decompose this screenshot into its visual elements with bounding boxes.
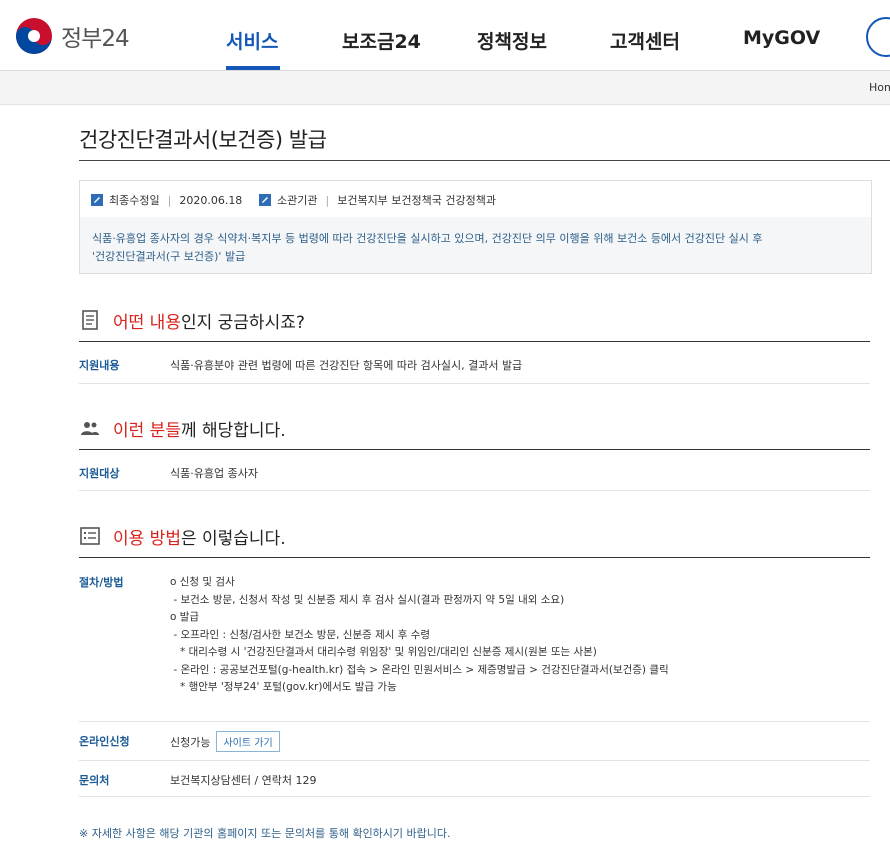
agency-value: 보건복지부 보건정책국 건강정책과	[337, 194, 496, 207]
procedure-label: 절차/방법	[79, 576, 124, 589]
row-divider	[79, 490, 870, 491]
page-title: 건강진단결과서(보건증) 발급	[79, 128, 327, 152]
support-target-value: 식품·유흥업 종사자	[170, 467, 258, 480]
go-to-site-button[interactable]: 사이트 가기	[216, 731, 280, 752]
agency-label: 소관기관	[277, 194, 318, 207]
updated-label: 최종수정일	[109, 194, 160, 207]
top-header: 정부24 서비스 보조금24 정책정보 고객센터 MyGOV	[0, 0, 890, 71]
procedure-line: - 오프라인 : 신청/검사한 보건소 방문, 신분증 제시 후 수령	[170, 628, 431, 641]
active-nav-indicator	[226, 66, 280, 70]
summary-line: '건강진단결과서(구 보건증)' 발급	[92, 250, 246, 263]
search-button[interactable]	[866, 17, 890, 57]
edit-icon	[91, 194, 103, 206]
procedure-line: * 대리수령 시 '건강진단결과서 대리수령 위임장' 및 위임인/대리인 신분…	[170, 646, 597, 658]
section-title: 께 해당합니다.	[180, 420, 286, 441]
logo-text: 정부24	[61, 26, 130, 52]
contact-label: 문의처	[79, 774, 110, 787]
site-logo[interactable]: 정부24	[15, 17, 130, 55]
agency: 소관기관 | 보건복지부 보건정책국 건강정책과	[259, 192, 496, 208]
row-divider	[79, 721, 870, 722]
edit-icon	[259, 194, 271, 206]
nav-service[interactable]: 서비스	[226, 27, 278, 54]
nav-customer-center[interactable]: 고객센터	[610, 27, 680, 54]
section-divider	[79, 449, 870, 450]
row-divider	[79, 760, 870, 761]
summary-text: 식품·유흥업 종사자의 경우 식약처·복지부 등 법령에 따라 건강진단을 실시…	[92, 230, 852, 266]
breadcrumb-bar: Home	[0, 71, 890, 105]
list-icon	[80, 527, 100, 545]
meta-separator: |	[325, 193, 330, 207]
meta-info-box: 최종수정일 | 2020.06.18 소관기관 | 보건복지부 보건정책국 건강…	[79, 180, 872, 218]
procedure-line: - 온라인 : 공공보건포털(g-health.kr) 접속 > 온라인 민원서…	[170, 663, 669, 676]
nav-mygov[interactable]: MyGOV	[743, 27, 820, 49]
people-icon	[81, 422, 99, 435]
section-title-highlight: 이런 분들	[113, 420, 181, 441]
support-content-value: 식품·유흥분야 관련 법령에 따른 건강진단 항목에 따라 검사실시, 결과서 …	[170, 359, 523, 372]
section-title-highlight: 어떤 내용	[113, 312, 181, 333]
title-divider	[79, 160, 890, 161]
procedure-line: o 신청 및 검사	[170, 576, 235, 588]
document-icon	[82, 310, 98, 330]
updated-date: 최종수정일 | 2020.06.18	[91, 192, 242, 208]
breadcrumb-home[interactable]: Home	[869, 81, 890, 94]
nav-subsidy[interactable]: 보조금24	[342, 27, 421, 54]
section-title: 인지 궁금하시죠?	[180, 312, 305, 333]
nav-policy[interactable]: 정책정보	[477, 27, 547, 54]
section-method-heading: 이용 방법 은 이렇습니다.	[79, 524, 286, 549]
online-apply-status: 신청가능	[170, 736, 211, 749]
section-divider	[79, 341, 870, 342]
row-divider	[79, 383, 870, 384]
meta-separator: |	[167, 193, 172, 207]
section-divider	[79, 557, 870, 558]
row-divider	[79, 796, 870, 797]
section-content-heading: 어떤 내용 인지 궁금하시죠?	[79, 308, 305, 333]
summary-line: 식품·유흥업 종사자의 경우 식약처·복지부 등 법령에 따라 건강진단을 실시…	[92, 232, 763, 245]
summary-box: 식품·유흥업 종사자의 경우 식약처·복지부 등 법령에 따라 건강진단을 실시…	[79, 217, 872, 274]
procedure-text: o 신청 및 검사 - 보건소 방문, 신청서 작성 및 신분증 제시 후 검사…	[170, 574, 669, 697]
section-title: 은 이렇습니다.	[180, 528, 286, 549]
section-target-heading: 이런 분들 께 해당합니다.	[79, 416, 286, 441]
contact-value: 보건복지상담센터 / 연락처 129	[170, 774, 317, 787]
procedure-line: * 행안부 '정부24' 포털(gov.kr)에서도 발급 가능	[170, 681, 397, 693]
support-content-label: 지원내용	[79, 359, 120, 372]
support-target-label: 지원대상	[79, 467, 120, 480]
taegeuk-icon	[16, 18, 52, 54]
online-apply-label: 온라인신청	[79, 735, 130, 748]
updated-value: 2020.06.18	[179, 193, 243, 207]
procedure-line: o 발급	[170, 611, 200, 623]
online-apply-value: 신청가능 사이트 가기	[170, 731, 280, 752]
section-title-highlight: 이용 방법	[113, 528, 181, 549]
footnote: ※ 자세한 사항은 해당 기관의 홈페이지 또는 문의처를 통해 확인하시기 바…	[79, 827, 451, 840]
procedure-line: - 보건소 방문, 신청서 작성 및 신분증 제시 후 검사 실시(결과 판정까…	[170, 593, 565, 606]
